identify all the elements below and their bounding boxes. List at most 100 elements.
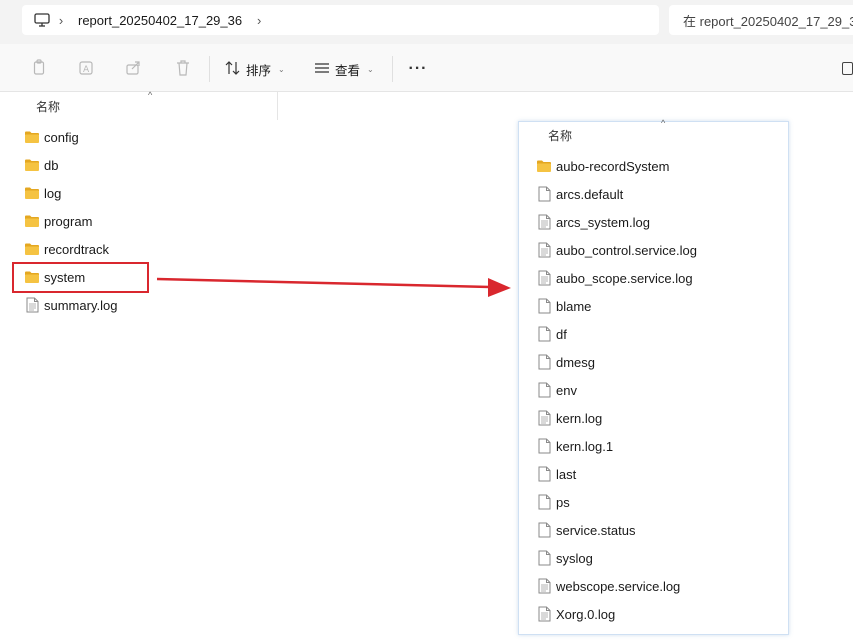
search-input[interactable]: 在 report_20250402_17_29_36 中搜索 <box>669 5 853 35</box>
file-name: arcs_system.log <box>556 214 650 230</box>
list-item[interactable]: dmesg <box>536 351 595 373</box>
highlight-box <box>12 262 149 293</box>
text-document-icon <box>24 297 40 313</box>
copy-icon[interactable] <box>29 58 49 78</box>
list-item[interactable]: aubo_control.service.log <box>536 239 697 261</box>
text-document-icon <box>536 606 552 622</box>
breadcrumb-chevron-icon[interactable]: › <box>248 12 270 28</box>
view-label: 查看 <box>335 63 361 78</box>
file-name: df <box>556 326 567 342</box>
file-icon <box>536 326 552 342</box>
sort-button[interactable]: 排序 ⌄ <box>225 56 285 82</box>
file-name: arcs.default <box>556 186 624 202</box>
column-header: 名称 ^ <box>0 90 278 120</box>
file-name: dmesg <box>556 354 596 370</box>
file-name: ps <box>556 494 570 510</box>
list-item[interactable]: recordtrack <box>24 238 109 260</box>
file-icon <box>536 382 552 398</box>
list-item[interactable]: ps <box>536 491 570 513</box>
file-name: aubo-recordSystem <box>556 158 670 174</box>
file-name: Xorg.0.log <box>556 606 616 622</box>
list-item[interactable]: arcs_system.log <box>536 211 650 233</box>
text-document-icon <box>536 270 552 286</box>
list-item[interactable]: syslog <box>536 547 593 569</box>
folder-icon <box>24 213 40 229</box>
file-icon <box>536 466 552 482</box>
more-options-button[interactable]: ··· <box>406 56 430 82</box>
column-header-name[interactable]: 名称 <box>36 98 60 115</box>
sort-ascending-icon: ^ <box>148 90 153 100</box>
toolbar-divider <box>392 56 393 82</box>
file-icon <box>536 354 552 370</box>
command-bar: A 排序 ⌄ 查看 ⌄ ··· <box>0 44 853 92</box>
list-item[interactable]: config <box>24 126 79 148</box>
column-divider[interactable] <box>277 92 278 120</box>
file-name: service.status <box>556 522 636 538</box>
sort-ascending-icon: ^ <box>661 118 666 128</box>
list-item[interactable]: aubo_scope.service.log <box>536 267 693 289</box>
list-item[interactable]: kern.log.1 <box>536 435 613 457</box>
list-item[interactable]: aubo-recordSystem <box>536 155 669 177</box>
list-item[interactable]: blame <box>536 295 591 317</box>
file-name: syslog <box>556 550 593 566</box>
column-header: 名称 ^ <box>519 118 788 150</box>
file-name: program <box>44 213 93 229</box>
folder-icon <box>536 158 552 174</box>
toolbar-divider <box>209 56 210 82</box>
list-item[interactable]: service.status <box>536 519 635 541</box>
file-name: summary.log <box>44 297 118 313</box>
list-item[interactable]: log <box>24 182 61 204</box>
breadcrumb[interactable]: › report_20250402_17_29_36 › <box>22 5 659 35</box>
share-icon[interactable] <box>124 58 144 78</box>
list-item[interactable]: db <box>24 154 58 176</box>
file-name: kern.log.1 <box>556 438 614 454</box>
file-name: db <box>44 157 59 173</box>
breadcrumb-item-report[interactable]: report_20250402_17_29_36 <box>72 13 248 28</box>
folder-icon <box>24 157 40 173</box>
folder-icon <box>24 241 40 257</box>
list-item[interactable]: program <box>24 210 92 232</box>
delete-icon[interactable] <box>173 58 193 78</box>
list-item[interactable]: kern.log <box>536 407 602 429</box>
file-icon <box>536 298 552 314</box>
view-list-icon <box>314 61 330 78</box>
breadcrumb-chevron-icon[interactable]: › <box>50 12 72 28</box>
list-item[interactable]: summary.log <box>24 294 117 316</box>
sort-icon <box>225 60 241 78</box>
file-icon <box>536 522 552 538</box>
view-button[interactable]: 查看 ⌄ <box>314 56 374 82</box>
file-name: webscope.service.log <box>556 578 681 594</box>
list-item[interactable]: env <box>536 379 577 401</box>
file-name: log <box>44 185 62 201</box>
chevron-down-icon: ⌄ <box>367 64 374 74</box>
text-document-icon <box>536 578 552 594</box>
file-name: aubo_control.service.log <box>556 242 697 258</box>
file-name: aubo_scope.service.log <box>556 270 693 286</box>
column-header-name[interactable]: 名称 <box>548 127 572 144</box>
file-name: recordtrack <box>44 241 110 257</box>
file-name: config <box>44 129 79 145</box>
file-name: last <box>556 466 577 482</box>
file-name: blame <box>556 298 592 314</box>
svg-text:A: A <box>83 65 90 75</box>
list-item[interactable]: last <box>536 463 576 485</box>
folder-icon <box>24 129 40 145</box>
text-document-icon <box>536 242 552 258</box>
list-item[interactable]: webscope.service.log <box>536 575 680 597</box>
text-document-icon <box>536 410 552 426</box>
address-bar: › report_20250402_17_29_36 › 在 report_20… <box>0 0 853 44</box>
file-icon <box>536 438 552 454</box>
details-pane-icon[interactable] <box>842 62 853 75</box>
file-icon <box>536 550 552 566</box>
file-name: kern.log <box>556 410 603 426</box>
this-pc-icon[interactable] <box>34 12 50 28</box>
list-item[interactable]: df <box>536 323 567 345</box>
file-name: env <box>556 382 577 398</box>
file-icon <box>536 494 552 510</box>
list-item[interactable]: arcs.default <box>536 183 623 205</box>
rename-icon[interactable]: A <box>77 58 97 78</box>
chevron-down-icon: ⌄ <box>278 64 285 74</box>
system-folder-contents-panel: 名称 ^ aubo-recordSystem arcs.default arcs_s… <box>518 118 789 635</box>
folder-icon <box>24 185 40 201</box>
list-item[interactable]: Xorg.0.log <box>536 603 615 625</box>
